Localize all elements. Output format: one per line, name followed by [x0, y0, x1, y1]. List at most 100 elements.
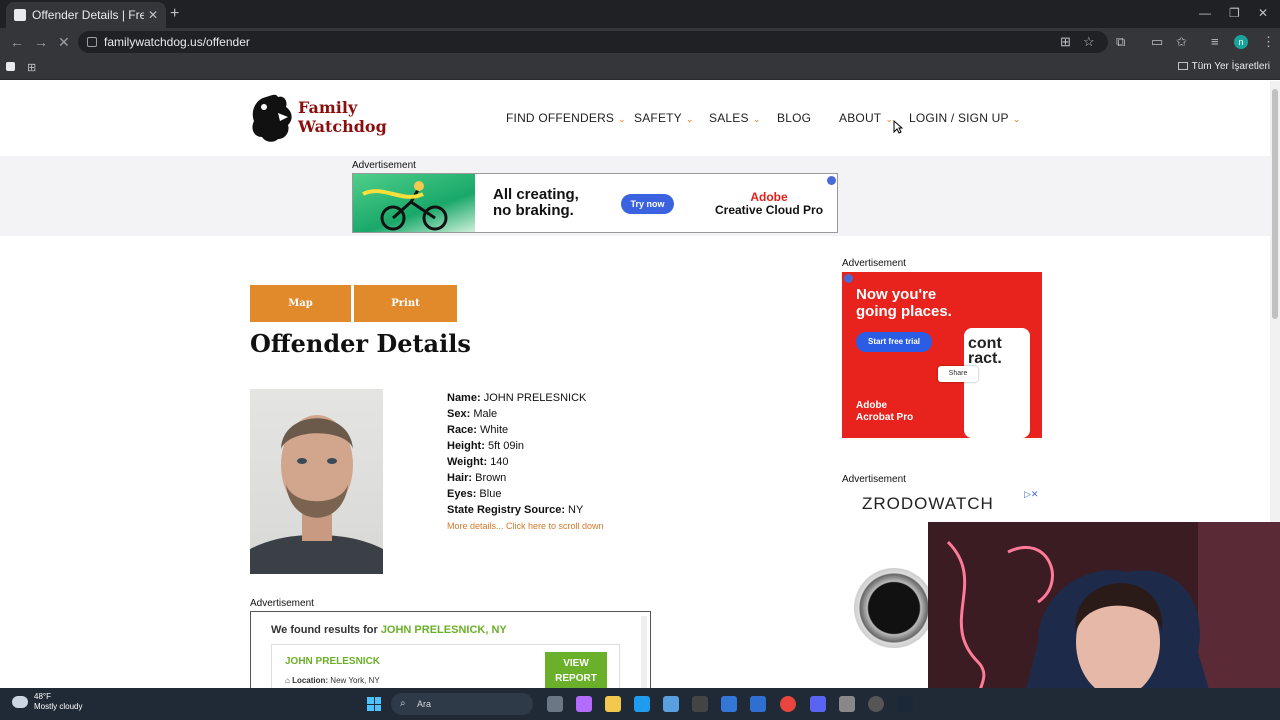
- minimize-icon[interactable]: —: [1199, 6, 1211, 20]
- nav-find-offenders[interactable]: FIND OFFENDERS ⌄: [506, 111, 626, 125]
- detail-value: White: [480, 424, 509, 436]
- mouse-cursor-icon: [893, 120, 903, 134]
- chevron-down-icon: ⌄: [685, 114, 694, 124]
- media-controls-icon[interactable]: ≡: [1211, 34, 1219, 49]
- chevron-down-icon: ⌄: [1012, 114, 1021, 124]
- adobe-acrobat-ad[interactable]: Now you're going places. Start free tria…: [842, 272, 1042, 438]
- stop-loading-icon[interactable]: ✕: [58, 34, 70, 51]
- result-name: JOHN PRELESNICK: [285, 656, 381, 667]
- address-bar[interactable]: familywatchdog.us/offender: [78, 31, 1108, 53]
- site-header: Family Watchdog FIND OFFENDERS ⌄ SAFETY ⌄ …: [0, 81, 1270, 156]
- site-logo[interactable]: Family Watchdog: [248, 91, 387, 143]
- share-button[interactable]: Share: [938, 366, 978, 382]
- print-button[interactable]: Print: [354, 285, 457, 322]
- nav-login-signup[interactable]: LOGIN / SIGN UP ⌄: [909, 111, 1020, 125]
- detail-value: Blue: [479, 488, 502, 500]
- detail-value: NY: [568, 504, 584, 516]
- chevron-down-icon: ⌄: [752, 114, 761, 124]
- edge-icon[interactable]: [634, 696, 650, 712]
- weather-widget[interactable]: 48°F Mostly cloudy: [12, 692, 82, 712]
- ad-headline-line-1: All creating,: [493, 186, 579, 203]
- nav-sales[interactable]: SALES ⌄: [709, 111, 760, 125]
- extensions-icon[interactable]: ⧉: [1116, 34, 1125, 50]
- page-title: Offender Details: [250, 329, 471, 358]
- obs-icon[interactable]: [868, 696, 884, 712]
- detail-row: Name: JOHN PRELESNICK: [447, 390, 604, 406]
- store-icon[interactable]: [663, 696, 679, 712]
- copilot-icon[interactable]: [576, 696, 592, 712]
- more-details-link[interactable]: More details... Click here to scroll dow…: [447, 518, 604, 534]
- outlook-icon[interactable]: [750, 696, 766, 712]
- map-button[interactable]: Map: [250, 285, 351, 322]
- top-ad-band: Advertisement All creating, no braking. …: [0, 156, 1270, 236]
- tab-close-icon[interactable]: ✕: [148, 8, 158, 22]
- app-icon[interactable]: [692, 696, 708, 712]
- vscode-icon[interactable]: [721, 696, 737, 712]
- location-label: Location:: [292, 676, 329, 685]
- results-name: JOHN PRELESNICK, NY: [380, 624, 507, 636]
- chrome-icon[interactable]: [780, 696, 796, 712]
- steam-icon[interactable]: [897, 696, 913, 712]
- ad-headline-line-2: no braking.: [493, 202, 574, 219]
- ad-headline: All creating, no braking.: [493, 187, 579, 219]
- contract-line-1: cont: [968, 335, 1002, 352]
- detail-value: 5ft 09in: [487, 440, 525, 452]
- nav-safety[interactable]: SAFETY ⌄: [634, 111, 694, 125]
- ad-label: Advertisement: [352, 160, 416, 171]
- start-free-trial-button[interactable]: Start free trial: [856, 332, 932, 352]
- nav-about[interactable]: ABOUT ⌄: [839, 111, 893, 125]
- profile-avatar[interactable]: n: [1234, 35, 1248, 49]
- ad-brand: Adobe Creative Cloud Pro: [715, 191, 823, 217]
- scroll-thumb[interactable]: [1272, 89, 1278, 319]
- detail-value: Brown: [475, 472, 507, 484]
- nav-label: FIND OFFENDERS: [506, 111, 615, 125]
- adchoices-icon[interactable]: [827, 176, 836, 185]
- try-now-button[interactable]: Try now: [621, 194, 674, 214]
- bookmark-star-icon[interactable]: ☆: [1083, 34, 1095, 50]
- ad-brand-line-2: Creative Cloud Pro: [715, 203, 824, 217]
- watchdog-logo-icon: [252, 94, 292, 142]
- file-explorer-icon[interactable]: [605, 696, 621, 712]
- bookmark-page-icon[interactable]: [6, 62, 15, 71]
- apps-grid-icon[interactable]: ⊞: [27, 61, 36, 74]
- menu-kebab-icon[interactable]: ⋮: [1262, 34, 1275, 50]
- favorites-icon[interactable]: ✩: [1176, 34, 1187, 50]
- nav-label: BLOG: [777, 111, 812, 125]
- nav-label: ABOUT: [839, 111, 882, 125]
- start-button[interactable]: [367, 697, 381, 711]
- task-view-icon[interactable]: [547, 696, 563, 712]
- back-icon[interactable]: ←: [10, 34, 24, 50]
- view-report-button[interactable]: VIEW REPORT: [545, 652, 607, 688]
- discord-icon[interactable]: [810, 696, 826, 712]
- window-close-icon[interactable]: ✕: [1258, 6, 1268, 20]
- result-location: ⌂ Location: New York, NY: [285, 676, 380, 685]
- ad-scrollbar[interactable]: [641, 616, 647, 688]
- all-bookmarks-folder[interactable]: Tüm Yer İşaretleri: [1177, 61, 1270, 72]
- windows-taskbar: 48°F Mostly cloudy ⌕ Ara: [0, 688, 1280, 720]
- results-prefix: We found results for: [271, 624, 381, 636]
- translate-icon[interactable]: ⊞: [1060, 34, 1071, 50]
- taskbar-search[interactable]: ⌕ Ara: [391, 693, 533, 715]
- site-info-icon[interactable]: [87, 37, 97, 47]
- search-icon: ⌕: [400, 698, 406, 709]
- ad-headline: Now you're going places.: [856, 286, 952, 320]
- browser-toolbar: ← → ✕ familywatchdog.us/offender ⊞ ☆ ⧉ ▭…: [0, 28, 1280, 56]
- ad-label: Advertisement: [250, 598, 314, 609]
- nav-blog[interactable]: BLOG: [777, 111, 811, 125]
- detail-row: State Registry Source: NY: [447, 502, 604, 518]
- browser-tab[interactable]: Offender Details | Free Offende ✕: [6, 2, 166, 28]
- restore-icon[interactable]: ❐: [1229, 6, 1240, 20]
- cast-icon[interactable]: ▭: [1151, 34, 1163, 50]
- adobe-creative-cloud-ad[interactable]: All creating, no braking. Try now Adobe …: [352, 173, 838, 233]
- new-tab-button[interactable]: +: [170, 5, 179, 23]
- search-placeholder: Ara: [417, 699, 432, 709]
- adchoices-icon[interactable]: [844, 274, 853, 283]
- detail-label: Height:: [447, 440, 485, 452]
- forward-icon[interactable]: →: [34, 34, 48, 50]
- detail-label: Eyes:: [447, 488, 477, 500]
- ad-close-icon[interactable]: ▷✕: [1024, 489, 1038, 500]
- people-search-ad[interactable]: We found results for JOHN PRELESNICK, NY…: [250, 611, 651, 688]
- browser-tab-bar: Offender Details | Free Offende ✕ + — ❐ …: [0, 0, 1280, 28]
- detail-label: Weight:: [447, 456, 488, 468]
- settings-gear-icon[interactable]: [839, 696, 855, 712]
